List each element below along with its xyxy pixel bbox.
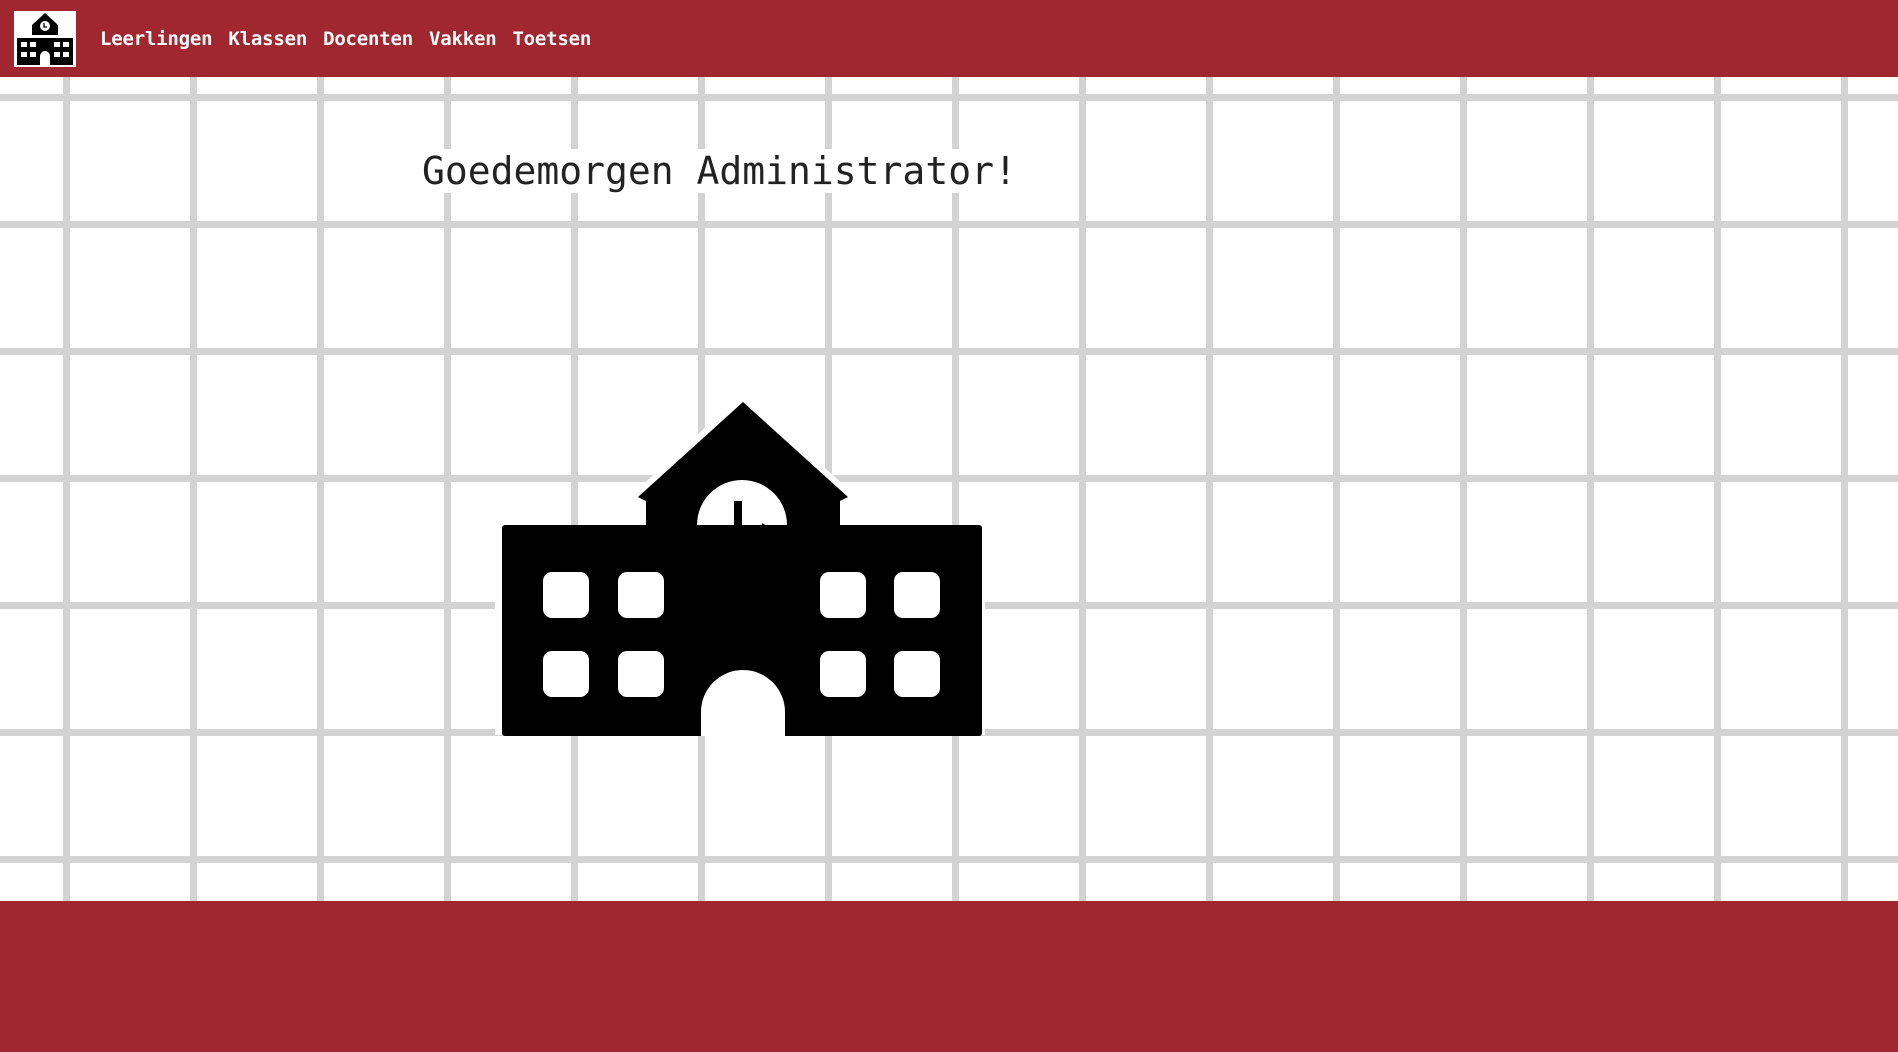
school-logo-icon[interactable] [14,10,76,67]
greeting-title: Goedemorgen Administrator! [420,149,1019,193]
top-navbar: Leerlingen Klassen Docenten Vakken Toets… [0,0,1898,77]
nav-vakken[interactable]: Vakken [429,28,497,50]
nav-docenten[interactable]: Docenten [323,28,413,50]
nav-klassen[interactable]: Klassen [228,28,307,50]
main-content: Goedemorgen Administrator! [0,77,1898,901]
main-nav: Leerlingen Klassen Docenten Vakken Toets… [100,28,607,50]
nav-leerlingen[interactable]: Leerlingen [100,28,213,50]
footer-bar [0,901,1898,1052]
nav-toetsen[interactable]: Toetsen [512,28,591,50]
school-building-icon [495,393,985,736]
